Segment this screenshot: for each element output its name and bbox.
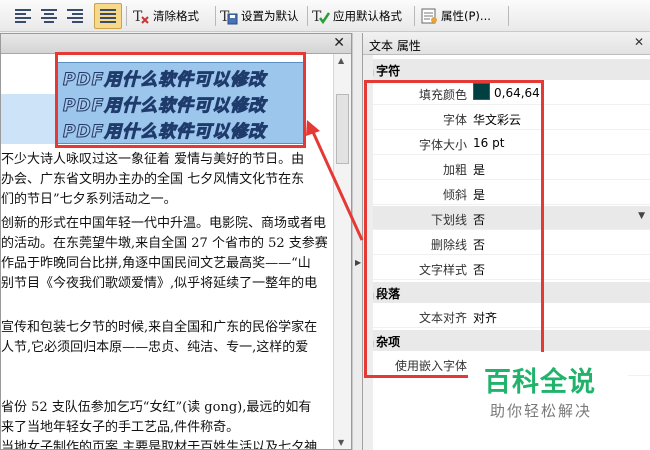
align-center-icon bbox=[41, 9, 57, 23]
properties-title: 文本 属性 bbox=[369, 39, 421, 53]
prop-row-underline[interactable]: 下划线否 ▼ bbox=[363, 206, 650, 230]
align-justify-button[interactable] bbox=[94, 3, 122, 29]
category-label: 段落 bbox=[376, 287, 401, 301]
properties-header: 文本 属性 ✕ bbox=[363, 33, 650, 55]
category-paragraph[interactable]: ◢段落 bbox=[363, 282, 650, 303]
prop-value: 16 pt bbox=[473, 136, 505, 150]
prop-value: 否 bbox=[473, 238, 486, 252]
apply-default-label: 应用默认格式 bbox=[333, 9, 402, 23]
clear-format-icon: T bbox=[132, 7, 150, 25]
color-swatch[interactable] bbox=[473, 83, 490, 100]
selected-text-block[interactable]: PDF用什么软件可以修改 PDF用什么软件可以修改 PDF用什么软件可以修改 bbox=[56, 62, 304, 144]
document-line: 人节,它必须回归本原——忠贞、纯洁、专一,这样的爱 bbox=[1, 340, 309, 355]
prop-row-font[interactable]: 字体 华文彩云 bbox=[363, 106, 650, 130]
collapse-arrow-icon[interactable]: ▶ bbox=[355, 258, 361, 267]
align-right-icon bbox=[67, 9, 83, 23]
vertical-scrollbar[interactable]: ▲ ▼ bbox=[333, 54, 351, 449]
prop-value: 是 bbox=[473, 188, 486, 202]
svg-text:T: T bbox=[133, 9, 143, 25]
scrollbar-thumb[interactable] bbox=[336, 94, 349, 164]
prop-value: 是 bbox=[473, 163, 486, 177]
document-line: 当地女子制作的页案,主要是取材于百姓生活以及七夕神 bbox=[1, 440, 318, 450]
document-line: 创新的形式在中国年轻一代中升温。电影院、商场或者电 bbox=[1, 216, 327, 231]
watermark: 百科全说 助你轻松解决 bbox=[468, 352, 628, 432]
category-misc[interactable]: ◢杂项 bbox=[363, 330, 650, 351]
prop-value: 对齐 bbox=[473, 311, 498, 325]
watermark-brand: 百科全说 bbox=[484, 367, 596, 398]
properties-icon bbox=[420, 7, 438, 25]
document-line: 别节目《今夜我们歌颂爱情》,似乎将延续了一整年的电 bbox=[1, 276, 318, 291]
document-body[interactable]: PDF用什么软件可以修改 PDF用什么软件可以修改 PDF用什么软件可以修改 不… bbox=[1, 54, 333, 450]
category-label: 杂项 bbox=[376, 335, 401, 349]
document-line: 们的节日”七夕系列活动之一。 bbox=[1, 192, 177, 207]
toolbar-separator bbox=[414, 6, 415, 26]
prop-key: 字体 bbox=[442, 113, 467, 127]
prop-row-font-size[interactable]: 字体大小 16 pt bbox=[363, 131, 650, 155]
prop-key: 倾斜 bbox=[442, 188, 467, 202]
prop-key: 填充颜色 bbox=[418, 88, 467, 102]
close-icon[interactable]: ✕ bbox=[333, 35, 345, 51]
align-left-icon bbox=[15, 9, 31, 23]
prop-row-bold[interactable]: 加粗是 bbox=[363, 156, 650, 180]
prop-row-text-align[interactable]: 文本对齐 对齐 bbox=[363, 304, 650, 328]
selected-text-line: PDF用什么软件可以修改 bbox=[62, 96, 267, 117]
prop-key: 下划线 bbox=[430, 213, 467, 227]
prop-value: 否 bbox=[473, 263, 486, 277]
align-center-button[interactable] bbox=[38, 3, 60, 29]
prop-row-text-style[interactable]: 文字样式否 bbox=[363, 256, 650, 280]
document-line: 省份 52 支队伍参加乞巧“女红”(读 gong),最远的如有 bbox=[1, 400, 312, 415]
svg-text:T: T bbox=[312, 9, 322, 25]
scroll-up-icon[interactable]: ▲ bbox=[338, 56, 344, 65]
align-justify-icon bbox=[100, 9, 116, 23]
category-character[interactable]: ◢字符 bbox=[363, 59, 650, 80]
apply-default-button[interactable]: T 应用默认格式 bbox=[312, 3, 402, 29]
toolbar-separator bbox=[508, 6, 509, 26]
selected-text-line: PDF用什么软件可以修改 bbox=[62, 70, 267, 91]
document-line: 办会、广东省文明办主办的全国 七夕风情文化节在东 bbox=[1, 172, 305, 187]
category-label: 字符 bbox=[376, 64, 401, 78]
prop-row-fill-color[interactable]: 填充颜色 0,64,64 bbox=[363, 81, 650, 105]
watermark-slogan: 助你轻松解决 bbox=[490, 402, 593, 420]
prop-value: 华文彩云 bbox=[473, 113, 522, 127]
scroll-down-icon[interactable]: ▼ bbox=[338, 438, 344, 447]
properties-button[interactable]: 属性(P)... bbox=[420, 3, 491, 29]
clear-format-button[interactable]: T 清除格式 bbox=[132, 3, 199, 29]
chevron-down-icon[interactable]: ▼ bbox=[638, 211, 645, 221]
panel-gutter bbox=[363, 55, 373, 450]
prop-key: 文字样式 bbox=[418, 263, 467, 277]
prop-key: 使用嵌入字体 bbox=[394, 359, 467, 373]
set-default-button[interactable]: T 设置为默认 bbox=[220, 3, 299, 29]
toolbar-separator bbox=[126, 6, 127, 26]
prop-value: 0,64,64 bbox=[473, 83, 540, 100]
toolbar-separator bbox=[307, 6, 308, 26]
prop-key: 文本对齐 bbox=[418, 311, 467, 325]
selection-band bbox=[1, 94, 56, 144]
align-right-button[interactable] bbox=[64, 3, 86, 29]
document-pane: ✕ PDF用什么软件可以修改 PDF用什么软件可以修改 PDF用什么软件可以修改… bbox=[0, 33, 352, 450]
document-line: 的活动。在东莞望牛墩,来自全国 27 个省市的 52 支参赛 bbox=[1, 236, 328, 251]
prop-row-italic[interactable]: 倾斜是 bbox=[363, 181, 650, 205]
align-left-button[interactable] bbox=[12, 3, 34, 29]
prop-key: 删除线 bbox=[430, 238, 467, 252]
close-icon[interactable]: ✕ bbox=[634, 35, 644, 49]
toolbar-separator bbox=[215, 6, 216, 26]
save-default-icon: T bbox=[220, 7, 238, 25]
toolbar: T 清除格式 T 设置为默认 T 应用默认格式 属性(P)... bbox=[0, 0, 650, 32]
document-line: 宣传和包装七夕节的时候,来自全国和广东的民俗学家在 bbox=[1, 320, 318, 335]
apply-default-icon: T bbox=[312, 7, 331, 25]
document-line: 来了当地年轻女子的手工艺品,件件称奇。 bbox=[1, 420, 240, 435]
pane-splitter[interactable]: ▶ bbox=[352, 33, 362, 450]
document-line: 作品于昨晚同台比拼,角逐中国民间文艺最高奖——“山 bbox=[1, 256, 311, 271]
set-default-label: 设置为默认 bbox=[241, 9, 299, 23]
properties-label: 属性(P)... bbox=[441, 9, 491, 23]
prop-key: 加粗 bbox=[442, 163, 467, 177]
document-line: 不少大诗人咏叹过这一象征着 爱情与美好的节日。由 bbox=[1, 152, 305, 167]
clear-format-label: 清除格式 bbox=[153, 9, 199, 23]
prop-key: 字体大小 bbox=[418, 138, 467, 152]
prop-value: 否 bbox=[473, 213, 486, 227]
color-value: 0,64,64 bbox=[494, 86, 540, 100]
selected-text-line: PDF用什么软件可以修改 bbox=[62, 122, 267, 143]
prop-row-strikethrough[interactable]: 删除线否 bbox=[363, 231, 650, 255]
document-header: ✕ bbox=[1, 34, 351, 54]
